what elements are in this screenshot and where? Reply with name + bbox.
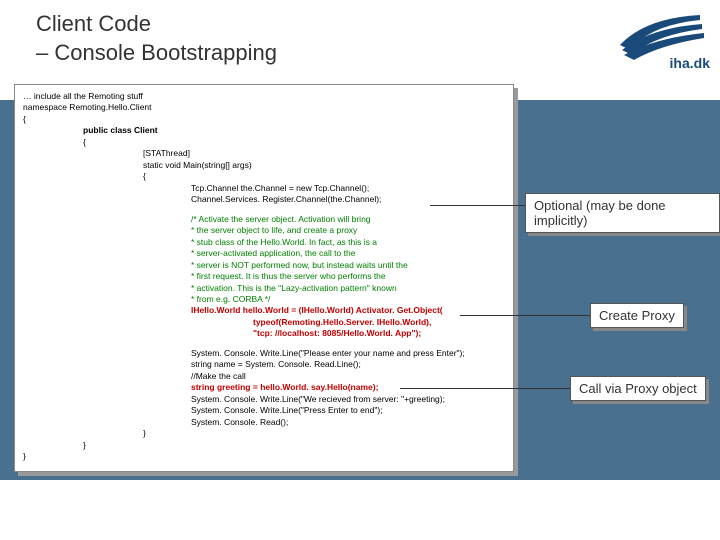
callout-optional: Optional (may be done implicitly) bbox=[525, 193, 720, 233]
comment-line: * from e.g. CORBA */ bbox=[191, 294, 505, 305]
code-line: { bbox=[23, 114, 505, 125]
callout-connector bbox=[430, 205, 525, 206]
comment-line: /* Activate the server object. Activatio… bbox=[191, 214, 505, 225]
code-line: [STAThread] bbox=[143, 148, 505, 159]
code-line: static void Main(string[] args) bbox=[143, 160, 505, 171]
code-line: System. Console. Write.Line("Press Enter… bbox=[191, 405, 505, 416]
logo-text: iha.dk bbox=[670, 55, 710, 71]
comment-line: * server is NOT performed now, but inste… bbox=[191, 260, 505, 271]
comment-line: * first request. It is thus the server w… bbox=[191, 271, 505, 282]
code-line: //Make the call bbox=[191, 371, 505, 382]
code-line: } bbox=[143, 428, 505, 439]
code-line: { bbox=[143, 171, 505, 182]
logo-icon bbox=[610, 10, 710, 60]
callout-text: Create Proxy bbox=[599, 308, 675, 323]
proxy-line: "tcp: //localhost: 8085/Hello.World. App… bbox=[253, 328, 505, 339]
callout-text: Optional (may be done implicitly) bbox=[534, 198, 666, 228]
comment-line: * activation. This is the "Lazy-activati… bbox=[191, 283, 505, 294]
code-line: System. Console. Read(); bbox=[191, 417, 505, 428]
proxy-line: typeof(Remoting.Hello.Server. IHello.Wor… bbox=[253, 317, 505, 328]
code-line: string name = System. Console. Read.Line… bbox=[191, 359, 505, 370]
code-line: Channel.Services. Register.Channel(the.C… bbox=[191, 194, 505, 205]
slide-title: Client Code – Console Bootstrapping bbox=[36, 10, 277, 67]
callout-text: Call via Proxy object bbox=[579, 381, 697, 396]
code-line: … include all the Remoting stuff bbox=[23, 91, 505, 102]
title-line1: Client Code bbox=[36, 11, 151, 36]
spacer bbox=[191, 340, 505, 348]
proxy-line: IHello.World hello.World = (IHello.World… bbox=[191, 305, 505, 316]
comment-line: * server-activated application, the call… bbox=[191, 248, 505, 259]
spacer bbox=[191, 206, 505, 214]
code-line: System. Console. Write.Line("We recieved… bbox=[191, 394, 505, 405]
callout-connector bbox=[400, 388, 570, 389]
code-box: … include all the Remoting stuff namespa… bbox=[14, 84, 514, 472]
code-line: Tcp.Channel the.Channel = new Tcp.Channe… bbox=[191, 183, 505, 194]
code-line: public class Client bbox=[83, 125, 505, 136]
callout-create-proxy: Create Proxy bbox=[590, 303, 684, 328]
comment-line: * the server object to life, and create … bbox=[191, 225, 505, 236]
callout-call-via-proxy: Call via Proxy object bbox=[570, 376, 706, 401]
title-line2: – Console Bootstrapping bbox=[36, 40, 277, 65]
code-line: } bbox=[83, 440, 505, 451]
code-line: System. Console. Write.Line("Please ente… bbox=[191, 348, 505, 359]
code-line: } bbox=[23, 451, 505, 462]
comment-line: * stub class of the Hello.World. In fact… bbox=[191, 237, 505, 248]
callout-connector bbox=[460, 315, 590, 316]
code-line: { bbox=[83, 137, 505, 148]
code-line: namespace Remoting.Hello.Client bbox=[23, 102, 505, 113]
